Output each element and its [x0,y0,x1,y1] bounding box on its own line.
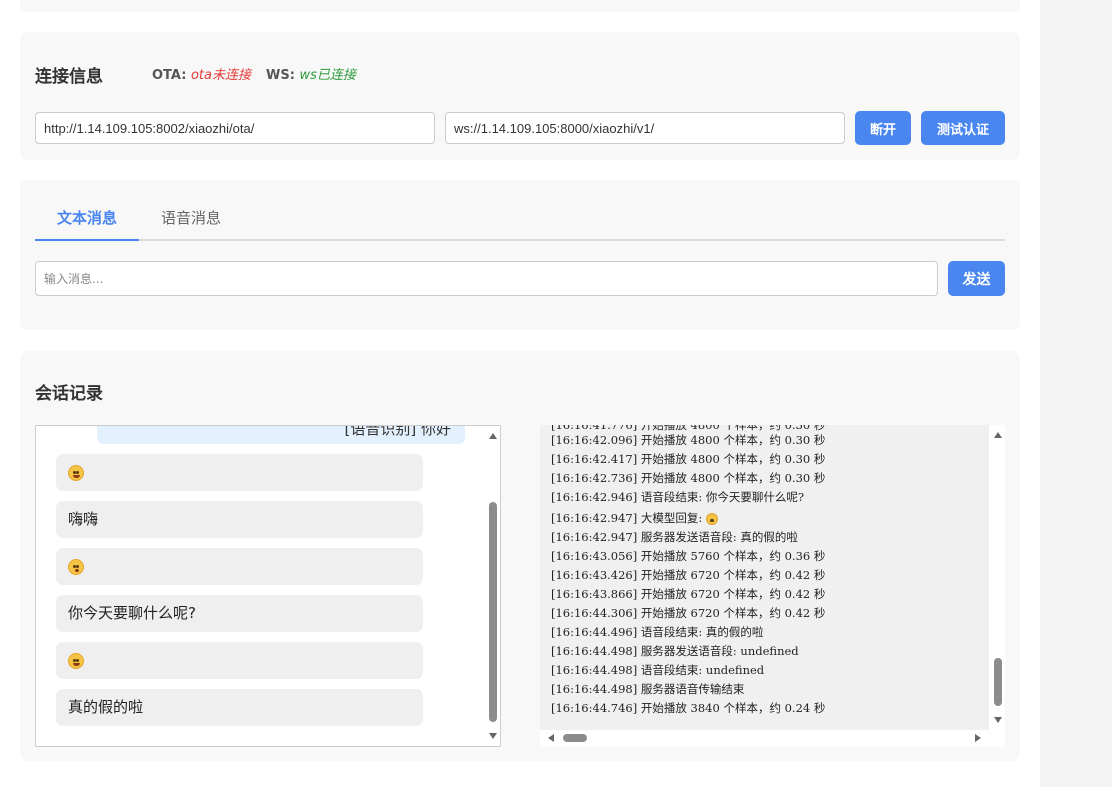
scroll-down-icon[interactable] [489,733,497,739]
ota-url-input[interactable] [35,112,435,144]
chat-message-bot [56,548,423,585]
previous-section [20,0,1020,12]
message-tabs: 文本消息 语音消息 [35,208,1005,241]
log-line: [16:16:44.746] 开始播放 3840 个样本，约 0.24 秒 [551,701,826,715]
scroll-thumb[interactable] [994,658,1002,706]
log-line: [16:16:43.426] 开始播放 6720 个样本，约 0.42 秒 [551,568,826,582]
ota-status: OTA: ota未连接 [152,64,251,83]
message-input[interactable] [35,261,938,296]
chat-message-user: [语音识别] 你好 [97,426,465,444]
smile-emoji-icon [68,652,84,669]
log-line: [16:16:44.498] 服务器发送语音段: undefined [551,644,799,658]
log-panel[interactable]: [16:16:41.776] 开始播放 4800 个样本，约 0.30 秒 [1… [540,425,1005,747]
smile-emoji-icon [705,513,718,525]
ws-status: WS: ws已连接 [266,64,356,83]
log-content: [16:16:41.776] 开始播放 4800 个样本，约 0.30 秒 [1… [540,425,989,730]
log-vertical-scrollbar[interactable] [991,425,1005,730]
ws-status-label: WS: [266,68,295,83]
ota-status-value: ota未连接 [190,68,251,83]
conversation-title: 会话记录 [35,384,103,404]
chat-message-bot [56,454,423,491]
scroll-left-icon[interactable] [548,734,554,742]
log-line: [16:16:44.496] 语音段结束: 真的假的啦 [551,625,764,639]
log-line: [16:16:44.498] 语音段结束: undefined [551,663,765,677]
scroll-up-icon[interactable] [994,432,1002,438]
log-line: [16:16:43.056] 开始播放 5760 个样本，约 0.36 秒 [551,549,826,563]
log-horizontal-scrollbar[interactable] [540,730,989,747]
log-line: [16:16:44.498] 服务器语音传输结束 [551,682,745,696]
log-line: [16:16:43.866] 开始播放 6720 个样本，约 0.42 秒 [551,587,826,601]
log-line: [16:16:42.946] 语音段结束: 你今天要聊什么呢? [551,490,805,504]
scroll-thumb[interactable] [489,502,497,722]
ota-status-label: OTA: [152,68,187,83]
chat-history[interactable]: [语音识别] 你好 嗨嗨 你今天要聊什么呢? 真的假的啦 [35,425,501,747]
ws-status-value: ws已连接 [299,68,356,83]
connection-card: 连接信息 OTA: ota未连接 WS: ws已连接 断开 测试认证 [20,32,1020,160]
thinking-emoji-icon [68,558,84,575]
chat-message-bot: 真的假的啦 [56,689,423,726]
chat-scrollbar[interactable] [486,426,500,746]
tab-voice-message[interactable]: 语音消息 [159,208,223,241]
smile-emoji-icon [68,464,84,481]
scroll-up-icon[interactable] [489,433,497,439]
scroll-down-icon[interactable] [994,717,1002,723]
disconnect-button[interactable]: 断开 [855,111,911,145]
ws-url-input[interactable] [445,112,845,144]
conversation-card: 会话记录 [语音识别] 你好 嗨嗨 你今天要聊什么呢? 真的假的啦 [16:16… [20,351,1020,761]
test-auth-button[interactable]: 测试认证 [921,111,1005,145]
log-line: [16:16:42.096] 开始播放 4800 个样本，约 0.30 秒 [551,433,826,447]
log-line: [16:16:42.736] 开始播放 4800 个样本，约 0.30 秒 [551,471,826,485]
log-line-text: [16:16:42.947] 大模型回复: [551,511,706,525]
right-gutter [1040,0,1112,787]
chat-message-bot [56,642,423,679]
log-line: [16:16:42.947] 服务器发送语音段: 真的假的啦 [551,530,798,544]
scroll-thumb[interactable] [563,734,587,742]
log-line: [16:16:42.947] 大模型回复: [551,510,718,526]
log-line: [16:16:44.306] 开始播放 6720 个样本，约 0.42 秒 [551,606,826,620]
messaging-card: 文本消息 语音消息 发送 [20,180,1020,330]
send-button[interactable]: 发送 [948,261,1005,296]
scroll-right-icon[interactable] [975,734,981,742]
log-line: [16:16:42.417] 开始播放 4800 个样本，约 0.30 秒 [551,452,826,466]
chat-message-bot: 嗨嗨 [56,501,423,538]
chat-message-bot: 你今天要聊什么呢? [56,595,423,632]
tab-text-message[interactable]: 文本消息 [35,208,139,241]
connection-title: 连接信息 [35,67,103,87]
